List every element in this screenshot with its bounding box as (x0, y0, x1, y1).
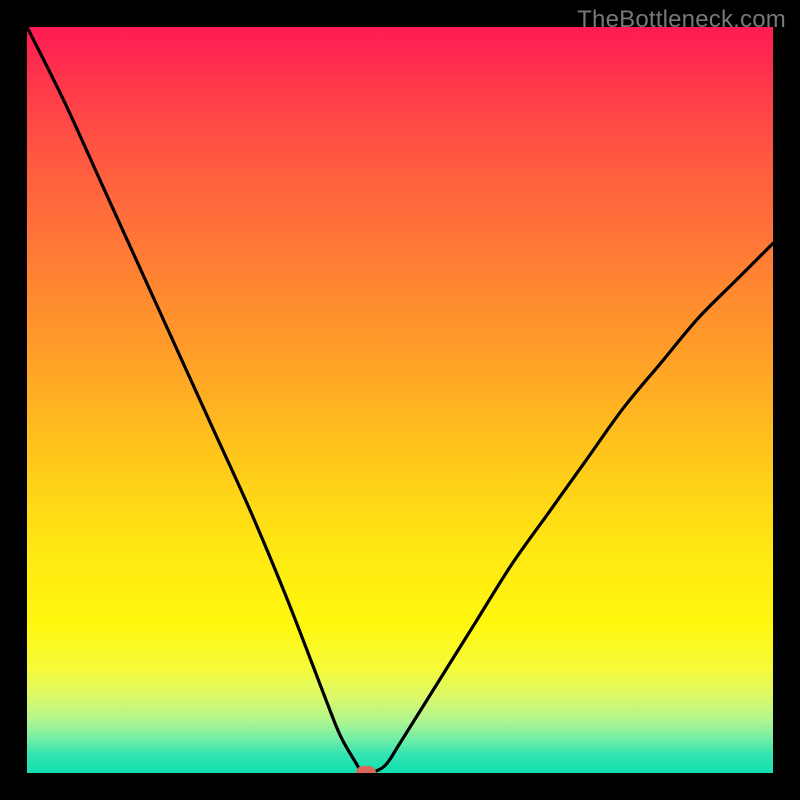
optimum-marker (356, 766, 376, 773)
watermark-text: TheBottleneck.com (577, 6, 786, 34)
plot-area (27, 27, 773, 773)
chart-curve (27, 27, 773, 773)
